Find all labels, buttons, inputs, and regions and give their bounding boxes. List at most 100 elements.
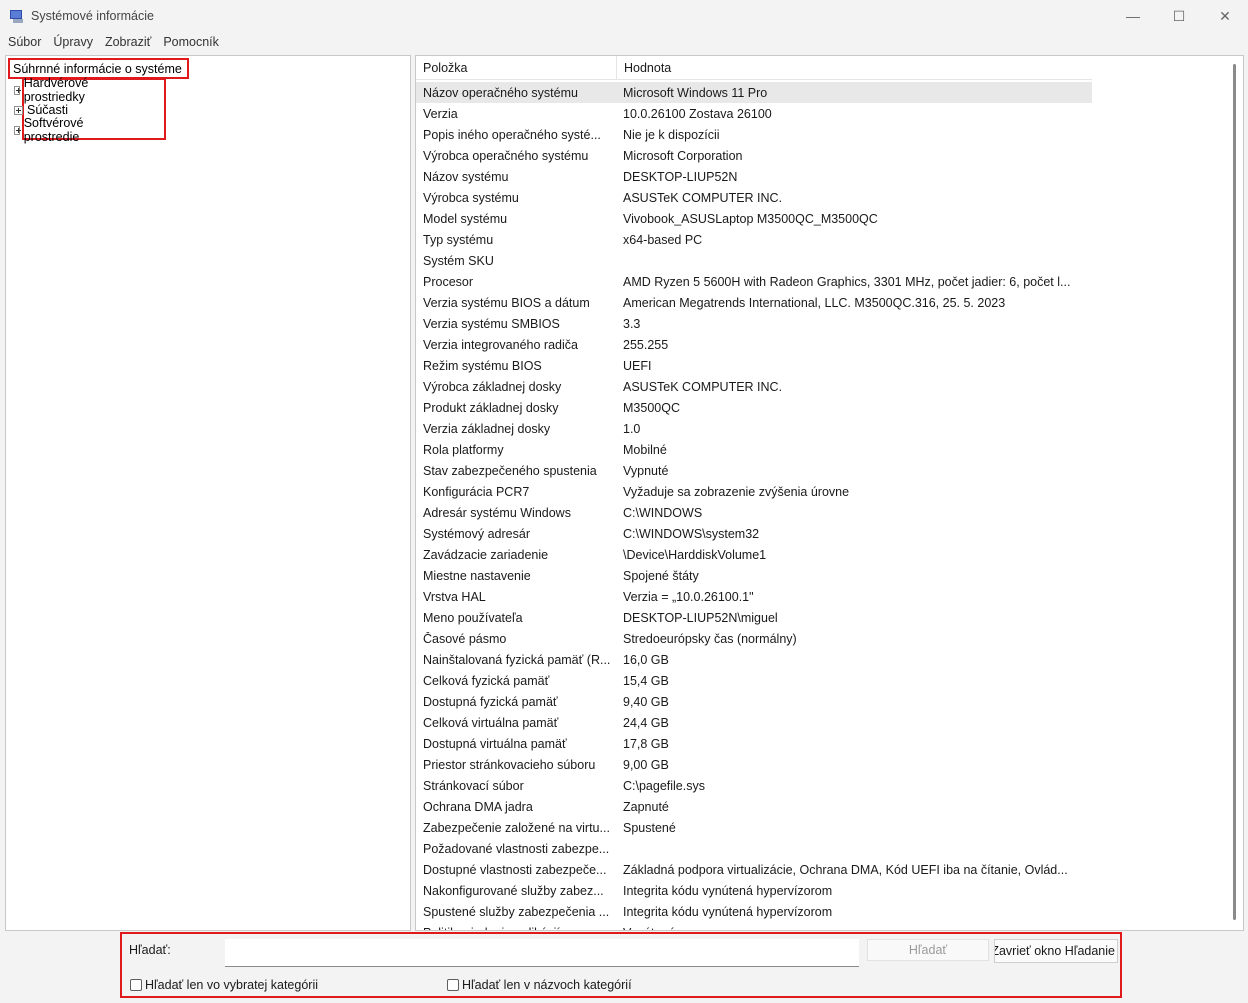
table-row[interactable]: Procesor AMD Ryzen 5 5600H with Radeon Gr…	[416, 271, 1092, 292]
table-row[interactable]: Systémový adresár C:\WINDOWS\system32	[416, 523, 1092, 544]
close-button[interactable]: ✕	[1202, 0, 1248, 32]
system-info-app-icon	[9, 8, 25, 24]
value-cell: Vypnuté	[623, 463, 669, 478]
scrollbar-thumb[interactable]	[1233, 64, 1236, 920]
vertical-scrollbar[interactable]	[1227, 56, 1243, 930]
table-row[interactable]: Nakonfigurované služby zabez... Integrita…	[416, 880, 1092, 901]
checkbox-selected-category[interactable]: Hľadať len vo vybratej kategórii	[130, 978, 318, 992]
table-row[interactable]: Stránkovací súbor C:\pagefile.sys	[416, 775, 1092, 796]
tree-item-label: Súhrnné informácie o systéme	[13, 61, 182, 76]
table-row[interactable]: Miestne nastavenie Spojené štáty	[416, 565, 1092, 586]
item-cell: Celková virtuálna pamäť	[423, 715, 559, 730]
table-row[interactable]: Dostupná virtuálna pamäť 17,8 GB	[416, 733, 1092, 754]
item-cell: Model systému	[423, 211, 508, 226]
table-row[interactable]: Výrobca operačného systému Microsoft Corp…	[416, 145, 1092, 166]
table-row[interactable]: Spustené služby zabezpečenia ... Integrit…	[416, 901, 1092, 922]
table-row[interactable]: Verzia 10.0.26100 Zostava 26100	[416, 103, 1092, 124]
item-cell: Rola platformy	[423, 442, 504, 457]
table-row[interactable]: Dostupné vlastnosti zabezpeče... Základná…	[416, 859, 1092, 880]
expand-plus-icon[interactable]	[14, 85, 21, 95]
table-row[interactable]: Výrobca základnej dosky ASUSTeK COMPUTER …	[416, 376, 1092, 397]
table-row[interactable]: Stav zabezpečeného spustenia Vypnuté	[416, 460, 1092, 481]
table-row[interactable]: Zavádzacie zariadenie \Device\HarddiskVol…	[416, 544, 1092, 565]
table-row[interactable]: Meno používateľa DESKTOP-LIUP52N\miguel	[416, 607, 1092, 628]
menu-help[interactable]: Pomocník	[158, 35, 224, 49]
table-row[interactable]: Konfigurácia PCR7 Vyžaduje sa zobrazenie …	[416, 481, 1092, 502]
table-row[interactable]: Verzia základnej dosky 1.0	[416, 418, 1092, 439]
table-row[interactable]: Ochrana DMA jadra Zapnuté	[416, 796, 1092, 817]
item-cell: Výrobca systému	[423, 190, 519, 205]
table-row[interactable]: Model systému Vivobook_ASUSLaptop M3500QC…	[416, 208, 1092, 229]
expand-plus-icon[interactable]	[14, 105, 23, 115]
tree-item-hardware-resources[interactable]: Hardvérové prostriedky	[14, 76, 92, 104]
value-cell: Spustené	[623, 820, 676, 835]
table-row[interactable]: Časové pásmo Stredoeurópsky čas (normálny…	[416, 628, 1092, 649]
value-cell: 16,0 GB	[623, 652, 669, 667]
value-cell: 255.255	[623, 337, 669, 352]
item-cell: Verzia systému BIOS a dátum	[423, 295, 590, 310]
value-cell: Nie je k dispozícii	[623, 127, 720, 142]
value-cell: C:\WINDOWS	[623, 505, 703, 520]
checkbox[interactable]	[130, 979, 142, 991]
value-cell: Vyžaduje sa zobrazenie zvýšenia úrovne	[623, 484, 850, 499]
table-row[interactable]: Názov operačného systému Microsoft Window…	[416, 82, 1092, 103]
menu-file[interactable]: Súbor	[3, 35, 46, 49]
table-row[interactable]: Výrobca systému ASUSTeK COMPUTER INC.	[416, 187, 1092, 208]
item-cell: Verzia	[423, 106, 458, 121]
find-button[interactable]: Hľadať	[867, 939, 989, 961]
table-row[interactable]: Požadované vlastnosti zabezpe...	[416, 838, 1092, 859]
table-row[interactable]: Verzia systému SMBIOS 3.3	[416, 313, 1092, 334]
menu-edit[interactable]: Úpravy	[48, 35, 98, 49]
menu-view[interactable]: Zobraziť	[100, 35, 156, 49]
item-cell: Vrstva HAL	[423, 589, 486, 604]
table-row[interactable]: Verzia systému BIOS a dátum American Mega…	[416, 292, 1092, 313]
table-row[interactable]: Politika riadenia aplikácií pre ...Vynút…	[416, 922, 1092, 931]
close-find-button[interactable]: Zavrieť okno Hľadanie	[994, 939, 1118, 963]
item-cell: Dostupná virtuálna pamäť	[423, 736, 567, 751]
table-row[interactable]: Produkt základnej dosky M3500QC	[416, 397, 1092, 418]
table-row[interactable]: Rola platformy Mobilné	[416, 439, 1092, 460]
table-row[interactable]: Celková fyzická pamäť 15,4 GB	[416, 670, 1092, 691]
table-row[interactable]: Priestor stránkovacieho súboru 9,00 GB	[416, 754, 1092, 775]
category-tree: Súhrnné informácie o systéme Hardvérové …	[5, 55, 411, 931]
value-cell: Vynútené	[616, 926, 1092, 931]
tree-item-software-environment[interactable]: Softvérové prostredie	[14, 116, 87, 144]
table-row[interactable]: Popis iného operačného systé... Nie je k …	[416, 124, 1092, 145]
value-cell: American Megatrends International, LLC. …	[623, 295, 1006, 310]
table-row[interactable]: Nainštalovaná fyzická pamäť (R... 16,0 GB	[416, 649, 1092, 670]
table-row[interactable]: Režim systému BIOS UEFI	[416, 355, 1092, 376]
value-cell: Základná podpora virtualizácie, Ochrana …	[623, 862, 1068, 877]
value-cell: ASUSTeK COMPUTER INC.	[623, 379, 783, 394]
search-input[interactable]	[225, 939, 859, 967]
value-cell: x64-based PC	[623, 232, 703, 247]
item-cell: Adresár systému Windows	[423, 505, 571, 520]
expand-plus-icon[interactable]	[14, 125, 21, 135]
table-row[interactable]: Systém SKU	[416, 250, 1092, 271]
table-row[interactable]: Dostupná fyzická pamäť 9,40 GB	[416, 691, 1092, 712]
table-row[interactable]: Názov systému DESKTOP-LIUP52N	[416, 166, 1092, 187]
item-cell: Produkt základnej dosky	[423, 400, 559, 415]
table-row[interactable]: Zabezpečenie založené na virtu... Spusten…	[416, 817, 1092, 838]
item-cell: Popis iného operačného systé...	[423, 127, 601, 142]
item-cell: Režim systému BIOS	[423, 358, 542, 373]
value-cell: 9,40 GB	[623, 694, 669, 709]
value-cell: Spojené štáty	[623, 568, 699, 583]
checkbox-label: Hľadať len vo vybratej kategórii	[145, 978, 319, 992]
minimize-button[interactable]: —	[1110, 0, 1156, 32]
table-row[interactable]: Vrstva HAL Verzia = „10.0.26100.1"	[416, 586, 1092, 607]
column-header-item[interactable]: Položka	[416, 56, 617, 80]
column-header-value[interactable]: Hodnota	[617, 56, 1092, 80]
tree-item-label: Súčasti	[27, 103, 68, 117]
table-row[interactable]: Celková virtuálna pamäť 24,4 GB	[416, 712, 1092, 733]
value-cell: UEFI	[623, 358, 652, 373]
maximize-button[interactable]: ☐	[1156, 0, 1202, 32]
item-cell: Typ systému	[423, 232, 494, 247]
value-cell: 10.0.26100 Zostava 26100	[623, 106, 772, 121]
table-row[interactable]: Adresár systému Windows C:\WINDOWS	[416, 502, 1092, 523]
details-list: Položka Hodnota Názov operačného systému…	[415, 55, 1244, 931]
checkbox[interactable]	[447, 979, 459, 991]
title-bar: Systémové informácie — ☐ ✕	[0, 0, 1248, 32]
table-row[interactable]: Typ systému x64-based PC	[416, 229, 1092, 250]
table-row[interactable]: Verzia integrovaného radiča 255.255	[416, 334, 1092, 355]
checkbox-category-names[interactable]: Hľadať len v názvoch kategórií	[447, 978, 632, 992]
